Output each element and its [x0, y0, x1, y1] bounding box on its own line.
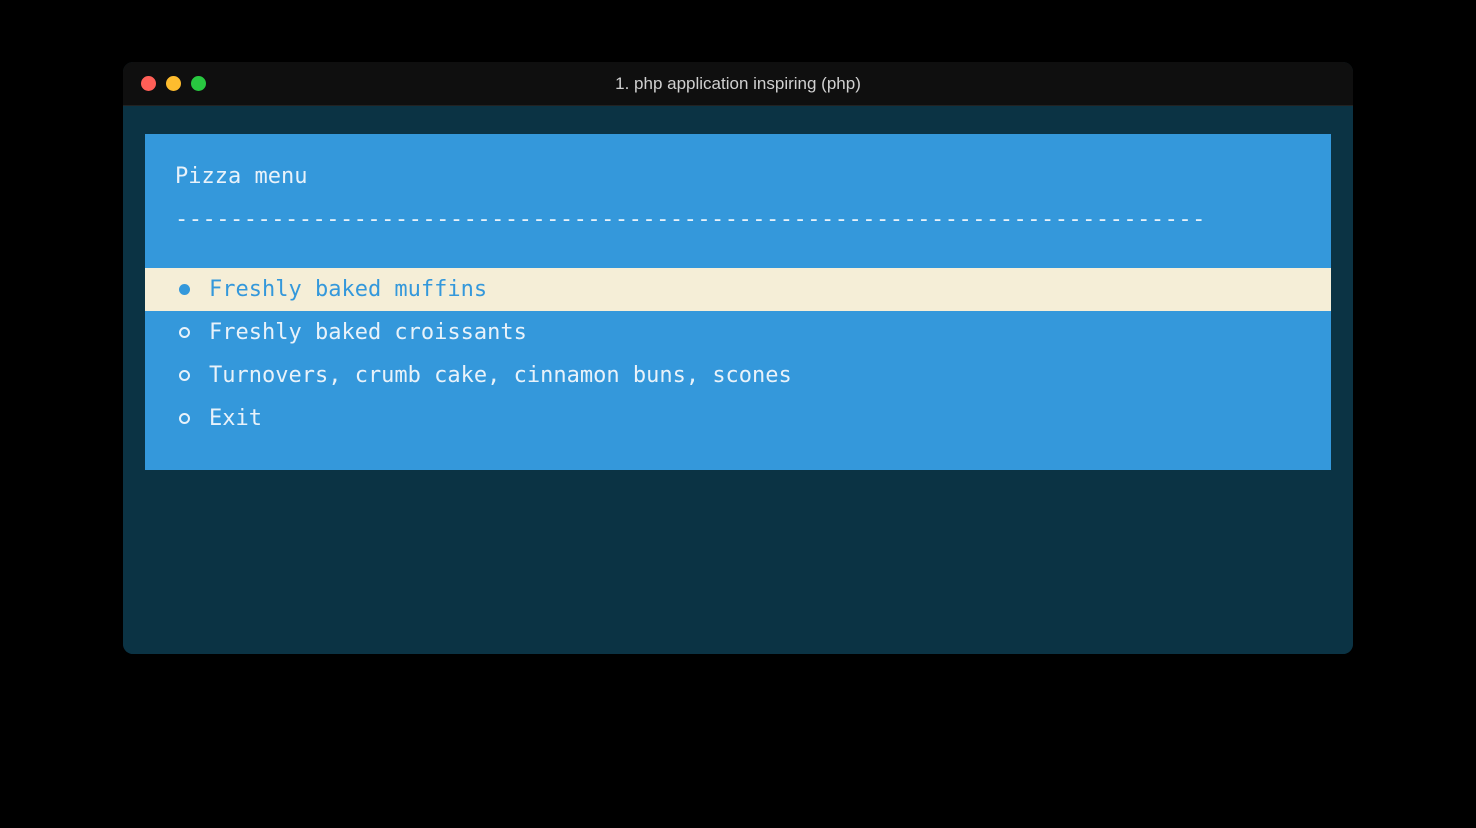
menu-title: Pizza menu: [175, 164, 1301, 189]
menu-item-label: Freshly baked croissants: [209, 320, 527, 345]
menu-item-exit[interactable]: Exit: [145, 397, 1331, 440]
menu-panel: Pizza menu -----------------------------…: [145, 134, 1331, 470]
menu-item-label: Turnovers, crumb cake, cinnamon buns, sc…: [209, 363, 792, 388]
menu-item-croissants[interactable]: Freshly baked croissants: [145, 311, 1331, 354]
bullet-open-icon: [175, 370, 193, 381]
menu-divider: ----------------------------------------…: [145, 207, 1331, 232]
menu-header: Pizza menu: [145, 164, 1331, 207]
menu-item-muffins[interactable]: Freshly baked muffins: [145, 268, 1331, 311]
window-title: 1. php application inspiring (php): [141, 74, 1335, 94]
bullet-open-icon: [175, 413, 193, 424]
close-icon[interactable]: [141, 76, 156, 91]
menu-item-label: Exit: [209, 406, 262, 431]
terminal-body[interactable]: Pizza menu -----------------------------…: [123, 106, 1353, 654]
bullet-open-icon: [175, 327, 193, 338]
titlebar: 1. php application inspiring (php): [123, 62, 1353, 106]
maximize-icon[interactable]: [191, 76, 206, 91]
traffic-lights: [141, 76, 206, 91]
bullet-filled-icon: [175, 284, 193, 295]
minimize-icon[interactable]: [166, 76, 181, 91]
terminal-window: 1. php application inspiring (php) Pizza…: [123, 62, 1353, 654]
menu-item-turnovers[interactable]: Turnovers, crumb cake, cinnamon buns, sc…: [145, 354, 1331, 397]
menu-items: Freshly baked muffins Freshly baked croi…: [145, 268, 1331, 440]
menu-item-label: Freshly baked muffins: [209, 277, 487, 302]
